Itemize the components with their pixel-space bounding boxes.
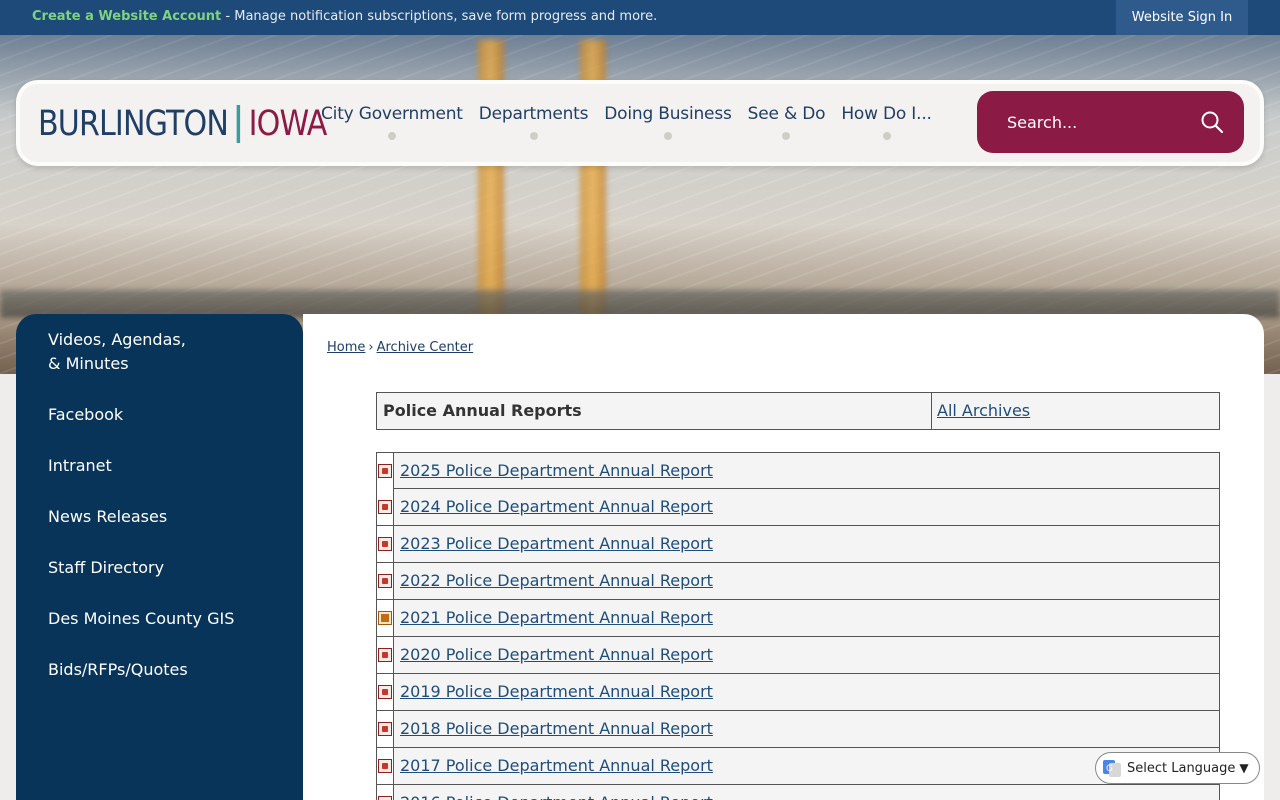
archive-row: 2019 Police Department Annual Report — [376, 674, 1220, 711]
archive-link[interactable]: 2016 Police Department Annual Report — [400, 785, 713, 800]
document-icon — [377, 600, 394, 636]
archive-list: 2025 Police Department Annual Report 202… — [376, 452, 1220, 800]
sidebar-item-intranet[interactable]: Intranet — [16, 454, 303, 478]
archive-row: 2022 Police Department Annual Report — [376, 563, 1220, 600]
archive-link[interactable]: 2022 Police Department Annual Report — [400, 563, 713, 599]
archive-link[interactable]: 2021 Police Department Annual Report — [400, 600, 713, 636]
pdf-icon — [377, 711, 394, 747]
chevron-down-icon: ▼ — [1239, 761, 1249, 775]
archive-link[interactable]: 2024 Police Department Annual Report — [400, 489, 713, 525]
breadcrumb-home[interactable]: Home — [327, 340, 365, 355]
search-icon[interactable] — [1200, 110, 1224, 134]
archive-link[interactable]: 2023 Police Department Annual Report — [400, 526, 713, 562]
nav-city-government[interactable]: City Government — [321, 104, 463, 140]
sidebar-item-facebook[interactable]: Facebook — [16, 403, 303, 427]
archive-row: 2017 Police Department Annual Report — [376, 748, 1220, 785]
archive-header: Police Annual Reports All Archives — [376, 392, 1220, 430]
nav-label: How Do I... — [841, 104, 932, 124]
top-bar: Create a Website Account - Manage notifi… — [0, 0, 1280, 35]
pdf-icon — [377, 674, 394, 710]
pdf-icon — [377, 489, 394, 525]
archive-row: 2016 Police Department Annual Report — [376, 785, 1220, 800]
archive-row: 2023 Police Department Annual Report — [376, 526, 1220, 563]
all-archives-link[interactable]: All Archives — [932, 393, 1035, 429]
nav-label: See & Do — [747, 104, 826, 124]
archive-row: 2021 Police Department Annual Report — [376, 600, 1220, 637]
sidebar-nav: Videos, Agendas, & Minutes Facebook Intr… — [16, 314, 303, 800]
dropdown-dot-icon — [529, 132, 538, 140]
account-message: Create a Website Account - Manage notifi… — [32, 9, 657, 24]
logo-burlington: BURLINGTON — [38, 104, 229, 144]
sidebar-item-videos-agendas-minutes[interactable]: Videos, Agendas, & Minutes — [16, 328, 226, 376]
nav-label: Doing Business — [604, 104, 732, 124]
dropdown-dot-icon — [663, 132, 672, 140]
search-box — [977, 91, 1244, 153]
archive-link[interactable]: 2017 Police Department Annual Report — [400, 748, 713, 784]
nav-doing-business[interactable]: Doing Business — [604, 104, 732, 140]
pdf-icon — [377, 563, 394, 599]
nav-label: Departments — [478, 104, 589, 124]
archive-title: Police Annual Reports — [377, 393, 932, 429]
site-logo[interactable]: BURLINGTON IOWA — [38, 102, 328, 146]
archive-link[interactable]: 2018 Police Department Annual Report — [400, 711, 713, 747]
nav-see-and-do[interactable]: See & Do — [748, 104, 826, 140]
archive-row: 2024 Police Department Annual Report — [376, 489, 1220, 526]
archive-link[interactable]: 2019 Police Department Annual Report — [400, 674, 713, 710]
pdf-icon — [377, 637, 394, 673]
archive-row: 2025 Police Department Annual Report — [376, 452, 1220, 489]
account-message-text: - Manage notification subscriptions, sav… — [221, 9, 658, 24]
breadcrumb-archive-center[interactable]: Archive Center — [377, 340, 474, 355]
dropdown-dot-icon — [882, 132, 891, 140]
dropdown-dot-icon — [387, 132, 396, 140]
dropdown-dot-icon — [782, 132, 791, 140]
svg-text:G: G — [1106, 764, 1113, 774]
create-account-link[interactable]: Create a Website Account — [32, 9, 221, 24]
archive-row: 2018 Police Department Annual Report — [376, 711, 1220, 748]
nav-label: City Government — [321, 104, 463, 124]
sidebar-item-bids[interactable]: Bids/RFPs/Quotes — [16, 658, 303, 682]
archive-row: 2020 Police Department Annual Report — [376, 637, 1220, 674]
google-translate-icon: G — [1103, 760, 1121, 777]
pdf-icon — [377, 748, 394, 784]
site-header: BURLINGTON IOWA City Government Departme… — [16, 80, 1264, 166]
main-nav: City Government Departments Doing Busine… — [321, 104, 932, 140]
language-label: Select Language — [1127, 760, 1236, 776]
breadcrumb-separator: › — [368, 340, 374, 355]
search-input[interactable] — [1007, 109, 1187, 135]
pdf-icon — [377, 785, 394, 800]
sidebar-item-staff-directory[interactable]: Staff Directory — [16, 556, 303, 580]
nav-how-do-i[interactable]: How Do I... — [841, 104, 932, 140]
pdf-icon — [377, 526, 394, 562]
logo-divider — [236, 105, 241, 143]
pdf-icon — [377, 453, 394, 489]
website-sign-in-button[interactable]: Website Sign In — [1116, 0, 1248, 35]
archive-link[interactable]: 2025 Police Department Annual Report — [400, 453, 713, 489]
archive-link[interactable]: 2020 Police Department Annual Report — [400, 637, 713, 673]
logo-iowa: IOWA — [248, 104, 328, 144]
language-select[interactable]: G Select Language ▼ — [1095, 752, 1260, 784]
breadcrumb: Home › Archive Center — [327, 340, 473, 355]
nav-departments[interactable]: Departments — [478, 104, 589, 140]
sidebar-item-gis[interactable]: Des Moines County GIS — [16, 607, 303, 631]
sidebar-item-news-releases[interactable]: News Releases — [16, 505, 303, 529]
main-content: Home › Archive Center Police Annual Report… — [303, 314, 1264, 800]
